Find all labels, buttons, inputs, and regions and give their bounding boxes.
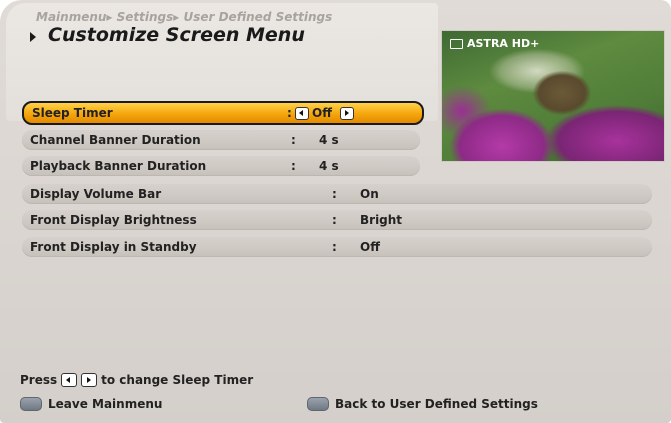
menu-item-label: Front Display Brightness xyxy=(30,213,197,227)
menu-item-playback-banner-duration[interactable]: Playback Banner Duration : 4 s xyxy=(22,156,420,176)
exit-key-icon xyxy=(307,397,329,411)
menu-item-value: Off xyxy=(312,106,332,120)
hint-press-text: Press xyxy=(20,373,58,387)
help-hint: Press to change Sleep Timer xyxy=(20,373,253,387)
breadcrumb: Mainmenu▸ Settings▸ User Defined Setting… xyxy=(36,10,333,24)
settings-screen: Mainmenu▸ Settings▸ User Defined Setting… xyxy=(0,0,671,423)
menu-item-channel-banner-duration[interactable]: Channel Banner Duration : 4 s xyxy=(22,130,420,150)
hint-action-text: to change Sleep Timer xyxy=(101,373,254,387)
leave-mainmenu-button[interactable]: Leave Mainmenu xyxy=(20,397,162,411)
channel-badge: ASTRA HD+ xyxy=(450,37,539,50)
tv-icon xyxy=(450,38,463,49)
menu-item-separator: : xyxy=(332,240,337,254)
right-arrow-key-icon xyxy=(81,373,98,387)
menu-item-value: Off xyxy=(360,240,380,254)
menu-item-separator: : xyxy=(287,106,292,120)
menu-item-separator: : xyxy=(291,133,296,147)
decrease-arrow-icon[interactable] xyxy=(295,107,309,120)
menu-item-value: 4 s xyxy=(319,159,339,173)
menu-item-label: Playback Banner Duration xyxy=(30,159,207,173)
menu-item-label: Sleep Timer xyxy=(32,106,113,120)
menu-item-label: Display Volume Bar xyxy=(30,187,162,201)
title-arrow-icon xyxy=(30,32,36,42)
menu-item-sleep-timer[interactable]: Sleep Timer : Off xyxy=(22,101,424,125)
menu-item-value: On xyxy=(360,187,379,201)
increase-arrow-icon[interactable] xyxy=(340,107,354,120)
page-title: Customize Screen Menu xyxy=(48,24,305,46)
menu-item-front-display-in-standby[interactable]: Front Display in Standby : Off xyxy=(22,237,652,257)
menu-item-label: Front Display in Standby xyxy=(30,240,197,254)
menu-item-label: Channel Banner Duration xyxy=(30,133,201,147)
channel-name: ASTRA HD+ xyxy=(467,37,540,50)
menu-item-front-display-brightness[interactable]: Front Display Brightness : Bright xyxy=(22,210,652,230)
back-button[interactable]: Back to User Defined Settings xyxy=(307,397,538,411)
menu-key-icon xyxy=(20,397,42,411)
tv-preview: ASTRA HD+ xyxy=(441,30,665,162)
menu-item-value: Bright xyxy=(360,213,403,227)
menu-item-value: 4 s xyxy=(319,133,339,147)
menu-item-separator: : xyxy=(291,159,296,173)
menu-item-display-volume-bar[interactable]: Display Volume Bar : On xyxy=(22,184,652,204)
leave-mainmenu-label: Leave Mainmenu xyxy=(48,397,163,411)
left-arrow-key-icon xyxy=(61,373,78,387)
back-label: Back to User Defined Settings xyxy=(335,397,538,411)
menu-item-separator: : xyxy=(332,187,337,201)
menu-item-separator: : xyxy=(332,213,337,227)
